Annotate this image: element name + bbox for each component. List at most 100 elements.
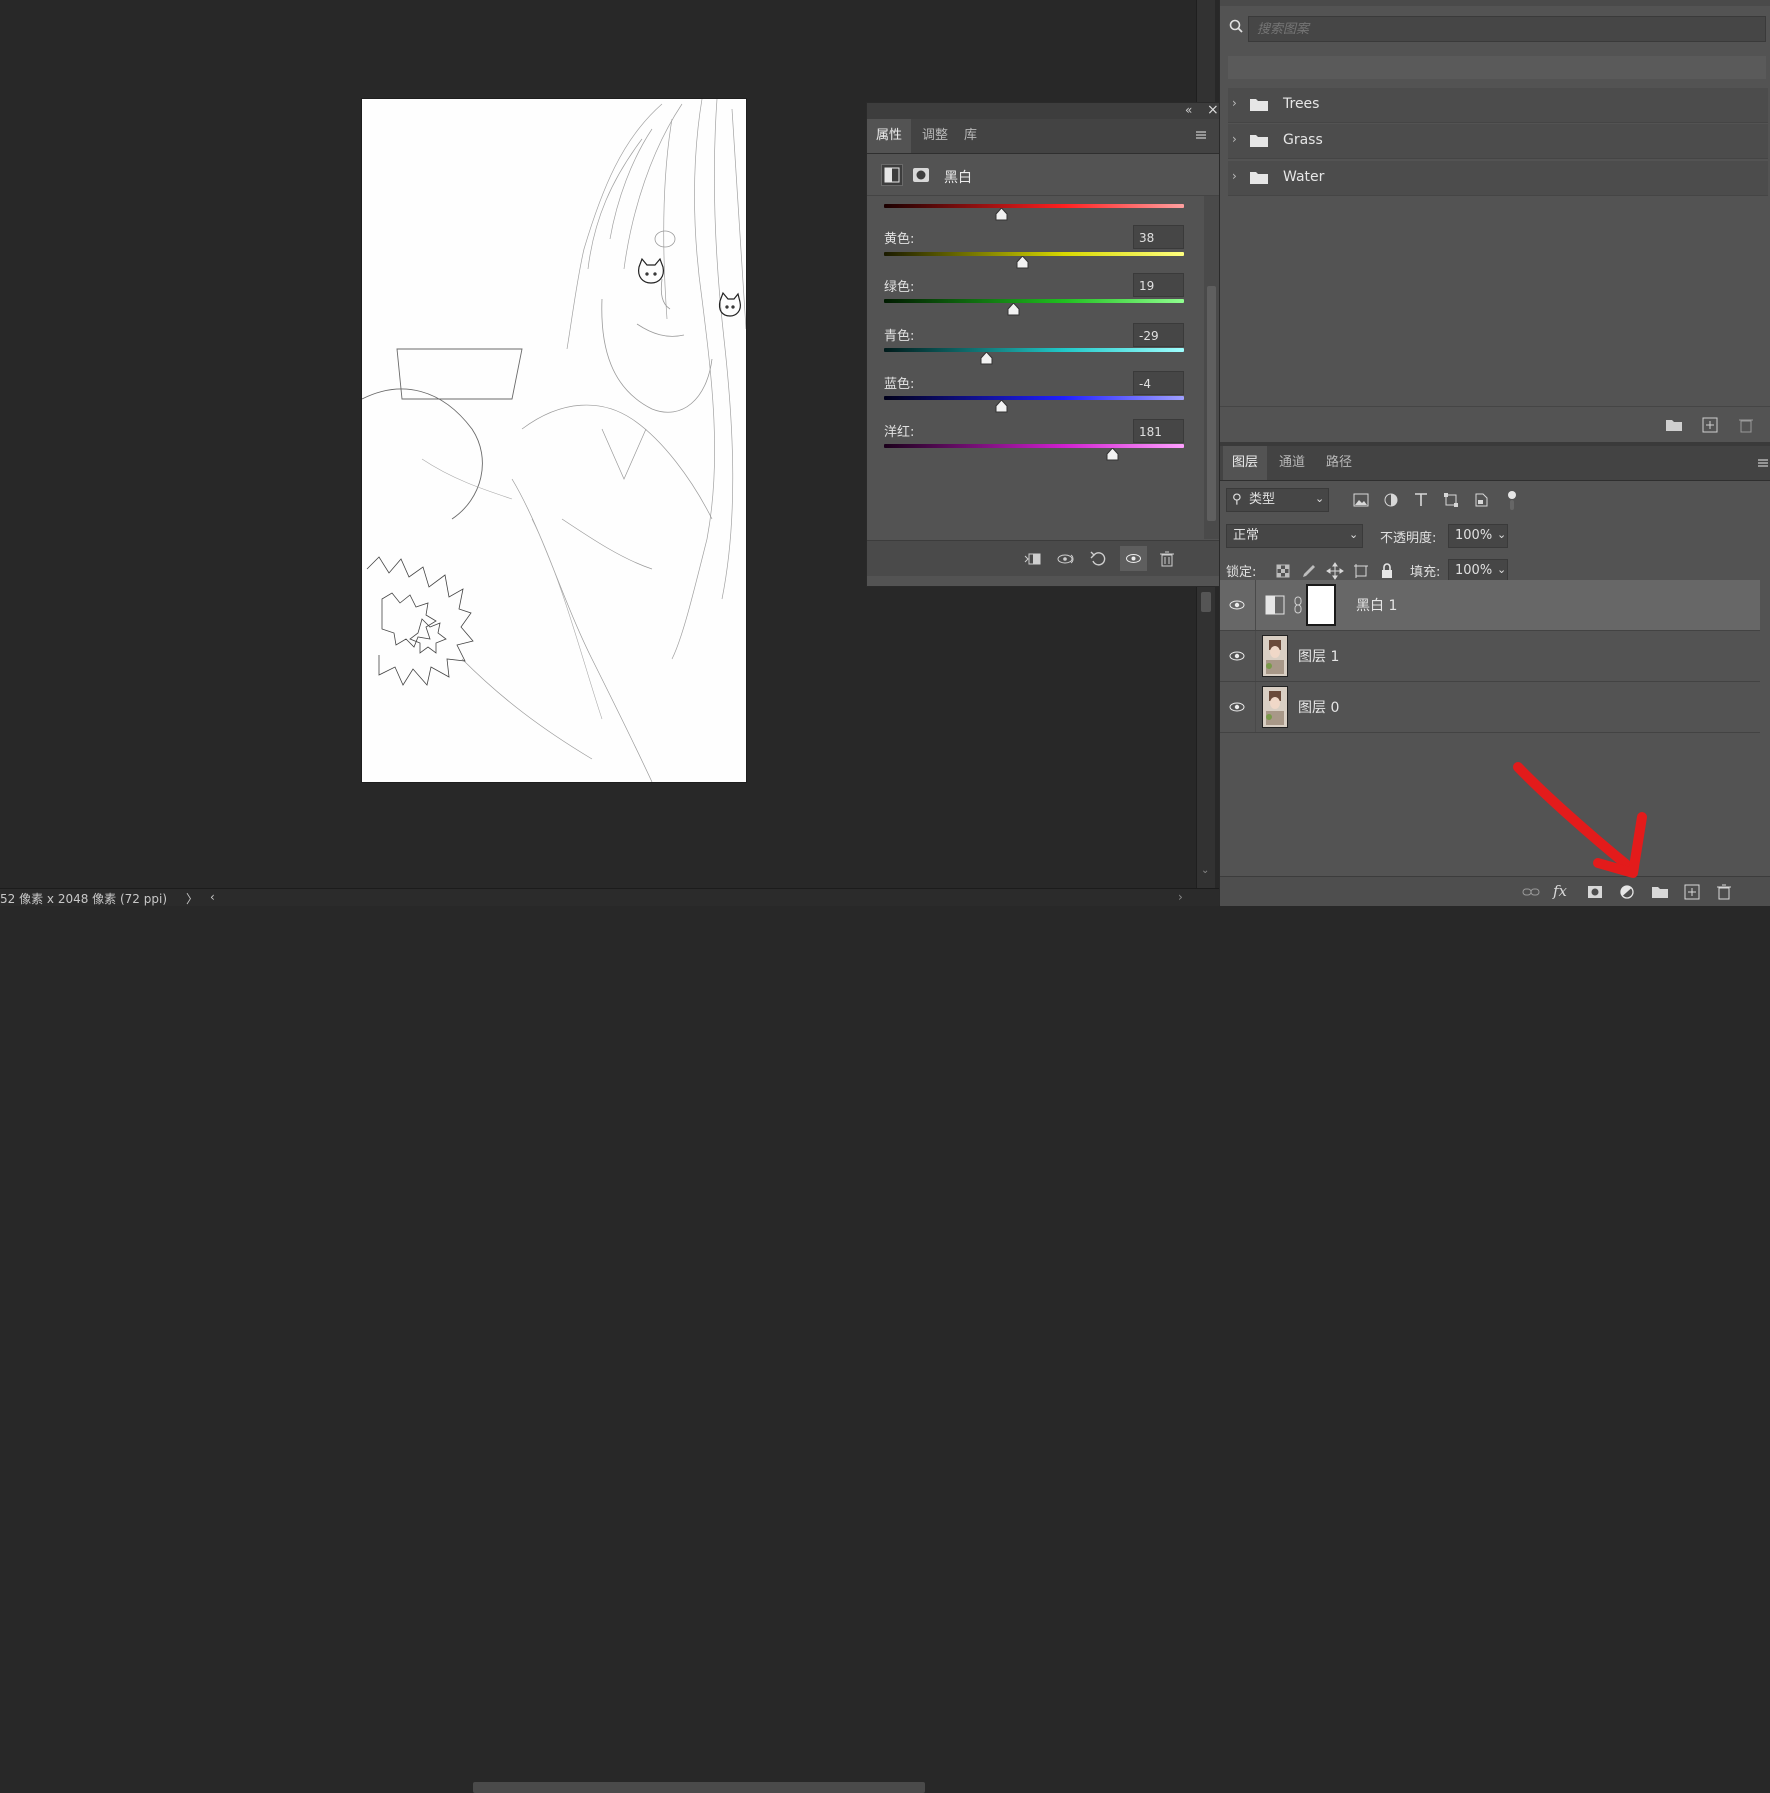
chevron-down-icon[interactable]: ⌄ [1497, 524, 1506, 546]
slider-list: 黄色: 38 绿色: 19 青色: -29 蓝色: -4 洋红: 181 [867, 196, 1202, 536]
cyans-value-input[interactable]: -29 [1133, 323, 1184, 347]
close-panel-icon[interactable]: × [1207, 102, 1219, 118]
vertical-scroll-thumb[interactable] [1201, 592, 1211, 612]
layer-visibility-eye-icon[interactable] [1227, 697, 1247, 717]
toggle-visibility-icon[interactable] [1120, 546, 1147, 571]
layer-row-layer0[interactable]: 图层 0 [1220, 682, 1760, 733]
blues-value-input[interactable]: -4 [1133, 371, 1184, 395]
delete-layer-icon[interactable] [1714, 882, 1734, 902]
expand-chevron-icon[interactable]: › [1232, 169, 1237, 183]
pattern-group-label: Trees [1283, 96, 1320, 112]
properties-scrollbar[interactable] [1204, 196, 1220, 539]
layer-row-bw1[interactable] [1220, 580, 1760, 631]
adjustment-title: 黑白 [944, 170, 972, 186]
tab-channels[interactable]: 通道 [1270, 446, 1314, 480]
tab-adjustments[interactable]: 调整 [913, 119, 957, 153]
opacity-input[interactable]: 100% ⌄ [1448, 524, 1508, 548]
scroll-right-arrow-icon[interactable]: › [1178, 890, 1183, 904]
tab-paths[interactable]: 路径 [1317, 446, 1361, 480]
status-expand-icon[interactable]: 〉 [186, 890, 198, 907]
adjustment-layer-icon[interactable] [881, 164, 903, 186]
reset-icon[interactable] [1088, 549, 1108, 569]
reds-slider-thumb[interactable] [995, 208, 1008, 221]
layer-list: 黑白 1 图层 1 图层 0 [1220, 580, 1770, 856]
folder-icon [1250, 97, 1268, 111]
layer-visibility-eye-icon[interactable] [1227, 646, 1247, 666]
greens-label: 绿色: [884, 280, 915, 295]
layer-row-layer1[interactable]: 图层 1 [1220, 631, 1760, 682]
pattern-search-input[interactable] [1248, 16, 1766, 42]
divider [1255, 682, 1256, 732]
lock-all-icon[interactable] [1377, 561, 1397, 581]
pattern-group-label: Water [1283, 169, 1325, 185]
blues-slider-thumb[interactable] [995, 400, 1008, 413]
reds-slider-track[interactable] [884, 204, 1184, 208]
filter-kind-dropdown[interactable]: ⚲ 类型 ⌄ [1226, 488, 1329, 512]
tab-properties[interactable]: 属性 [867, 119, 912, 153]
layer-mask-icon[interactable] [911, 165, 931, 185]
lock-transparent-pixels-icon[interactable] [1273, 561, 1293, 581]
properties-scroll-thumb[interactable] [1207, 286, 1216, 521]
filter-kind-value: 类型 [1249, 492, 1276, 507]
pattern-group-water[interactable]: › Water [1228, 161, 1768, 196]
yellows-slider-track[interactable] [884, 252, 1184, 256]
new-layer-icon[interactable] [1682, 882, 1702, 902]
mask-link-chain-icon[interactable] [1292, 596, 1304, 614]
pattern-group-grass[interactable]: › Grass [1228, 124, 1768, 159]
magentas-slider-thumb[interactable] [1106, 448, 1119, 461]
layers-panel-menu-icon[interactable] [1755, 455, 1770, 471]
blues-slider-track[interactable] [884, 396, 1184, 400]
pixel-layer-filter-icon[interactable] [1351, 490, 1371, 510]
adjustment-layer-button[interactable] [1617, 882, 1637, 902]
yellows-value-input[interactable]: 38 [1133, 225, 1184, 249]
new-pattern-icon[interactable] [1700, 415, 1720, 435]
collapse-panel-icon[interactable]: « [1185, 103, 1192, 117]
layer-style-fx-icon[interactable]: fx [1553, 881, 1573, 901]
link-layers-icon[interactable] [1521, 882, 1541, 902]
tab-layers[interactable]: 图层 [1223, 446, 1268, 480]
chevron-down-icon[interactable]: ⌄ [1497, 559, 1506, 581]
lock-artboard-icon[interactable] [1351, 561, 1371, 581]
fill-value: 100% [1455, 563, 1493, 578]
search-icon [1227, 17, 1247, 37]
delete-pattern-icon[interactable] [1736, 415, 1756, 435]
clip-to-layer-icon[interactable] [1022, 549, 1042, 569]
greens-slider-thumb[interactable] [1007, 303, 1020, 316]
yellows-slider-thumb[interactable] [1016, 256, 1029, 269]
filter-toggle-icon[interactable] [1502, 488, 1522, 510]
tab-libraries[interactable]: 库 [955, 119, 986, 153]
panel-menu-icon[interactable] [1193, 127, 1209, 143]
greens-value-input[interactable]: 19 [1133, 273, 1184, 297]
lock-position-icon[interactable] [1325, 561, 1345, 581]
pattern-group-trees[interactable]: › Trees [1228, 88, 1768, 123]
lock-image-pixels-icon[interactable] [1299, 561, 1319, 581]
new-group-folder-icon[interactable] [1650, 882, 1670, 902]
cyans-slider-thumb[interactable] [980, 352, 993, 365]
add-mask-icon[interactable] [1585, 882, 1605, 902]
properties-tab-bar: 属性 调整 库 [867, 119, 1222, 154]
adjustment-layer-filter-icon[interactable] [1381, 490, 1401, 510]
scroll-left-arrow-icon[interactable]: ‹ [210, 890, 215, 904]
properties-panel-titlebar[interactable]: « × [867, 102, 1222, 119]
delete-adjustment-icon[interactable] [1157, 549, 1177, 569]
cyans-slider-track[interactable] [884, 348, 1184, 352]
magentas-value-input[interactable]: 181 [1133, 419, 1184, 443]
type-layer-filter-icon[interactable] [1411, 490, 1431, 510]
fill-label: 填充: [1410, 565, 1441, 580]
blues-label: 蓝色: [884, 377, 915, 392]
horizontal-scroll-thumb[interactable] [473, 1782, 925, 1793]
scroll-down-arrow-icon[interactable]: ⌄ [1201, 866, 1211, 876]
expand-chevron-icon[interactable]: › [1232, 132, 1237, 146]
smart-object-filter-icon[interactable] [1471, 490, 1491, 510]
document-canvas[interactable] [362, 99, 746, 782]
new-group-folder-icon[interactable] [1664, 415, 1684, 435]
folder-icon [1250, 170, 1268, 184]
layer-mask-thumbnail[interactable] [1306, 584, 1336, 626]
greens-slider-track[interactable] [884, 299, 1184, 303]
view-previous-state-icon[interactable] [1056, 549, 1076, 569]
magentas-slider-track[interactable] [884, 444, 1184, 448]
blend-mode-dropdown[interactable]: 正常 ⌄ [1226, 524, 1363, 548]
shape-layer-filter-icon[interactable] [1441, 490, 1461, 510]
layer-visibility-eye-icon[interactable] [1227, 595, 1247, 615]
expand-chevron-icon[interactable]: › [1232, 96, 1237, 110]
